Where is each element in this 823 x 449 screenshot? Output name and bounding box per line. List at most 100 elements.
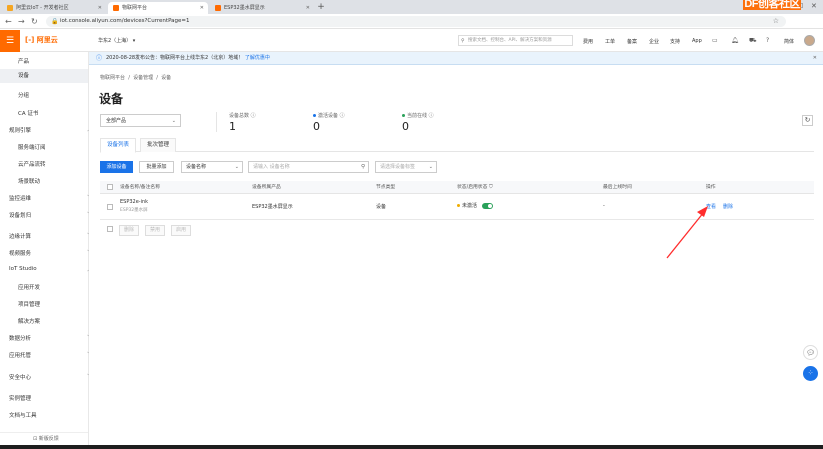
tag-filter-select[interactable]: 请选择设备标签 ⌄: [375, 161, 437, 173]
tab-device-list[interactable]: 设备列表: [100, 138, 137, 153]
sidebar-item-edge-computing[interactable]: 边缘计算﹀: [9, 232, 92, 240]
breadcrumb: 物联网平台 / 设备管理 / 设备: [100, 75, 172, 81]
browser-tab-2[interactable]: 物联网平台 ✕: [108, 2, 208, 14]
brand-logo[interactable]: [-] 阿里云: [25, 35, 58, 45]
sidebar-item-solutions[interactable]: 解决方案: [18, 317, 40, 325]
forward-icon[interactable]: →: [18, 17, 25, 26]
region-selector[interactable]: 华东2（上海） ▾: [98, 37, 135, 44]
bulk-delete-button[interactable]: 删除: [119, 225, 139, 236]
chevron-down-icon: ⌄: [428, 164, 433, 170]
product-filter-select[interactable]: 全部产品 ⌄: [100, 114, 181, 127]
chevron-down-icon: ⌄: [234, 164, 239, 170]
bookmark-star-icon[interactable]: ☆: [773, 17, 779, 25]
feedback-link[interactable]: ⊡ 新版反馈: [0, 432, 88, 445]
sidebar-item-data-analysis[interactable]: 数据分析﹀: [9, 334, 92, 342]
column-header-node-type: 节点类型: [376, 185, 396, 190]
sidebar-item-project-management[interactable]: 项目管理: [18, 300, 40, 308]
device-name[interactable]: ESP32e-ink: [120, 199, 148, 205]
bell-icon[interactable]: 🔔︎: [731, 37, 739, 44]
sidebar-item-scene-linkage[interactable]: 场景联动: [18, 177, 40, 185]
stat-label-online: 当前在线 ⓘ: [402, 112, 434, 119]
status-dot-icon: [457, 204, 460, 207]
tab-batch-management[interactable]: 批次管理: [140, 138, 177, 152]
device-search-input[interactable]: 请输入 设备名称 ⚲: [248, 161, 369, 173]
add-device-button[interactable]: 添加设备: [100, 161, 133, 173]
sidebar-item-security-center[interactable]: 安全中心﹀: [9, 373, 92, 381]
bulk-select-checkbox[interactable]: [107, 226, 113, 232]
refresh-button[interactable]: ↻: [802, 115, 813, 126]
filter-icon[interactable]: ⛉: [489, 185, 493, 190]
bulk-enable-button[interactable]: 启用: [171, 225, 191, 236]
close-tab-icon[interactable]: ✕: [98, 2, 102, 14]
close-tab-icon[interactable]: ✕: [200, 2, 204, 14]
enable-toggle[interactable]: [481, 202, 493, 209]
view-device-link[interactable]: 查看: [706, 203, 716, 210]
sidebar-item-docs-tools[interactable]: 文档与工具: [9, 411, 37, 419]
topmenu-support[interactable]: 支持: [670, 38, 680, 45]
new-tab-button[interactable]: +: [316, 2, 326, 12]
menu-icon[interactable]: ☰: [0, 30, 20, 52]
sidebar-item-rule-engine[interactable]: 规则引擎︿: [9, 126, 92, 134]
sidebar-item-data-forwarding[interactable]: 云产品流转: [18, 160, 46, 168]
notice-banner: ⓘ 2020-08-28发布公告：物联网平台上线华东2（北京）地域！ 了解优惠中…: [89, 52, 823, 65]
sidebar-item-iot-studio[interactable]: IoT Studio︿: [9, 266, 92, 273]
breadcrumb-iot-platform[interactable]: 物联网平台: [100, 75, 125, 81]
apps-grid-icon[interactable]: ⁘: [803, 366, 818, 381]
sidebar-item-monitoring[interactable]: 监控运维﹀: [9, 194, 92, 202]
chat-icon[interactable]: 💬︎: [803, 345, 818, 360]
close-icon[interactable]: ✕: [813, 52, 817, 65]
batch-add-button[interactable]: 批量添加: [139, 161, 174, 173]
device-status: 未激活: [457, 202, 493, 209]
sidebar-item-device-assignment[interactable]: 设备划归﹀: [9, 211, 92, 219]
tab-favicon-icon: [7, 5, 13, 11]
language-switch[interactable]: 简体: [784, 38, 794, 45]
help-icon[interactable]: ?: [766, 37, 769, 44]
close-window-icon[interactable]: ✕: [811, 2, 817, 10]
console-search-input[interactable]: ⚲ 搜索文档、控制台、API、解决方案和资源: [458, 35, 573, 46]
topmenu-enterprise[interactable]: 企业: [649, 38, 659, 45]
stat-value-total: 1: [229, 120, 236, 133]
url-input[interactable]: 🔒 iot.console.aliyun.com/devices?Current…: [46, 16, 786, 27]
status-dot-icon: [313, 114, 316, 117]
device-last-online: -: [603, 203, 605, 209]
browser-tab-1[interactable]: 阿里云IoT - 开发者社区 ✕: [2, 2, 106, 14]
back-icon[interactable]: ←: [5, 17, 12, 26]
table-header: 设备名称/备注名称 设备所属产品 节点类型 状态/启用状态 ⛉ 最后上线时间 操…: [100, 181, 814, 194]
device-node-type: 设备: [376, 204, 387, 210]
topmenu-ticket[interactable]: 工单: [605, 38, 615, 45]
sidebar-item-server-subscription[interactable]: 服务端订阅: [18, 143, 46, 151]
sidebar-item-app-hosting[interactable]: 应用托管﹀: [9, 351, 92, 359]
breadcrumb-device-management[interactable]: 设备管理: [133, 75, 153, 81]
avatar[interactable]: [804, 35, 815, 46]
sidebar-item-video-service[interactable]: 视频服务﹀: [9, 249, 92, 257]
search-type-select[interactable]: 设备名称 ⌄: [181, 161, 243, 173]
taskbar: [0, 445, 823, 449]
sidebar-item-groups[interactable]: 分组: [18, 91, 29, 99]
delete-device-link[interactable]: 删除: [723, 203, 733, 210]
topmenu-app[interactable]: App: [692, 38, 702, 44]
device-note: ESP32墨水屏: [120, 208, 148, 213]
reload-icon[interactable]: ↻: [31, 17, 38, 26]
sidebar-item-devices[interactable]: 设备: [0, 69, 88, 83]
topmenu-billing[interactable]: 费用: [583, 38, 593, 45]
search-icon[interactable]: ⚲: [361, 162, 365, 172]
sidebar-item-ca-cert[interactable]: CA 证书: [18, 109, 38, 117]
browser-tab-3[interactable]: ESP32墨水屏显示 ✕: [210, 2, 314, 14]
chevron-down-icon: ⌄: [171, 118, 176, 124]
device-product[interactable]: ESP32墨水屏显示: [252, 203, 293, 210]
close-tab-icon[interactable]: ✕: [306, 2, 310, 14]
select-all-checkbox[interactable]: [107, 184, 113, 190]
bulk-disable-button[interactable]: 禁用: [145, 225, 165, 236]
sidebar-item-products[interactable]: 产品: [18, 57, 29, 65]
watermark-logo: DF创客社区: [743, 0, 801, 10]
console-topbar: ☰ [-] 阿里云 华东2（上海） ▾ ⚲ 搜索文档、控制台、API、解决方案和…: [0, 30, 823, 52]
topmenu-icp[interactable]: 备案: [627, 38, 637, 45]
terminal-icon[interactable]: ▭: [712, 37, 718, 44]
sidebar-item-app-dev[interactable]: 应用开发: [18, 283, 40, 291]
notice-link[interactable]: 了解优惠中: [245, 55, 270, 61]
tab-favicon-icon: [215, 5, 221, 11]
sidebar-item-instance-management[interactable]: 实例管理: [9, 394, 31, 402]
row-checkbox[interactable]: [107, 204, 113, 210]
cart-icon[interactable]: ⛟: [749, 37, 757, 45]
search-icon: ⚲: [461, 38, 465, 44]
